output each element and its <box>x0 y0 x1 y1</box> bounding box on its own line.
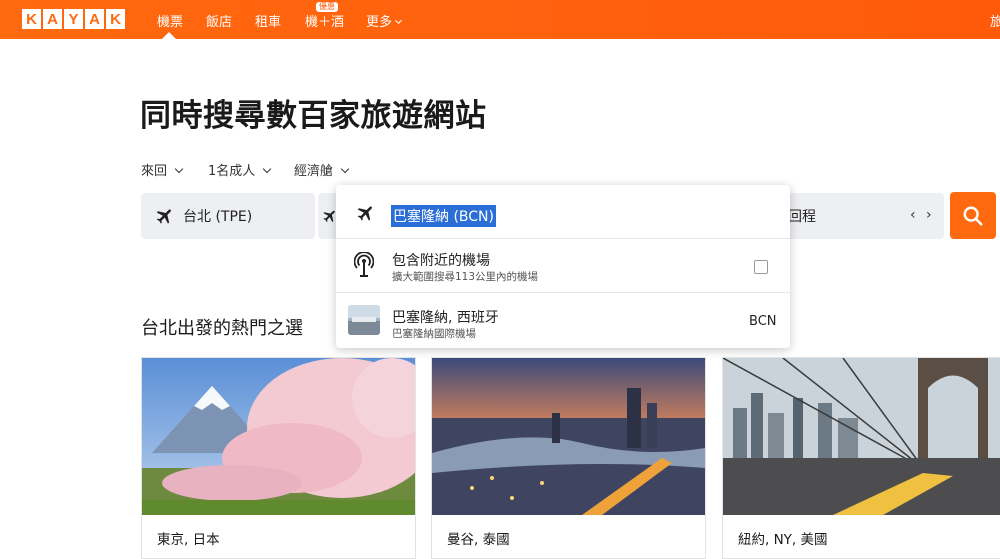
active-tab-indicator <box>162 32 176 39</box>
destination-dropdown: 巴塞隆納 (BCN) 包含附近的機場 擴大範圍搜尋113公里內的機場 巴塞隆納,… <box>336 185 790 348</box>
logo-letter: A <box>85 9 104 29</box>
airplane-icon <box>357 206 372 221</box>
search-button[interactable] <box>950 192 996 239</box>
nearby-airports-option[interactable]: 包含附近的機場 擴大範圍搜尋113公里內的機場 <box>336 239 790 293</box>
destination-field[interactable] <box>318 193 338 239</box>
nearby-checkbox[interactable] <box>754 260 768 274</box>
radio-tower-icon <box>354 252 374 277</box>
origin-field[interactable]: 台北 (TPE) <box>141 193 315 239</box>
destination-input[interactable]: 巴塞隆納 (BCN) <box>391 205 496 227</box>
next-date-icon[interactable]: › <box>926 207 932 223</box>
prev-date-icon[interactable]: ‹ <box>910 207 916 223</box>
travelers-label: 1名成人 <box>208 164 256 179</box>
search-icon <box>963 206 983 226</box>
chevron-down-icon <box>394 16 403 25</box>
card-caption: 東京, 日本 <box>157 532 220 548</box>
trip-type-label: 來回 <box>141 164 168 179</box>
top-nav-bar: K A Y A K 機票 飯店 租車 優惠 機＋酒 更多 旅 <box>0 0 1000 39</box>
nav-more[interactable]: 更多 <box>366 11 403 30</box>
logo-letter: K <box>22 9 41 29</box>
popular-section-title: 台北出發的熱門之選 <box>141 318 303 339</box>
destination-input-row[interactable]: 巴塞隆納 (BCN) <box>336 185 790 239</box>
nav-hotels[interactable]: 飯店 <box>206 11 232 30</box>
cabin-select[interactable]: 經濟艙 <box>294 160 350 179</box>
destination-card-newyork[interactable]: 紐約, NY, 美國 <box>722 357 1000 559</box>
airplane-icon <box>156 209 171 224</box>
trip-type-select[interactable]: 來回 <box>141 160 184 179</box>
logo-letter: A <box>43 9 62 29</box>
kayak-logo[interactable]: K A Y A K <box>22 9 125 29</box>
page-headline: 同時搜尋數百家旅遊網站 <box>140 98 487 134</box>
tokyo-image <box>142 358 415 515</box>
chevron-down-icon <box>340 164 350 174</box>
destination-card-tokyo[interactable]: 東京, 日本 <box>141 357 416 559</box>
nav-flights[interactable]: 機票 <box>157 11 183 30</box>
airport-code: BCN <box>749 314 777 329</box>
cabin-label: 經濟艙 <box>294 164 334 179</box>
destination-card-bangkok[interactable]: 曼谷, 泰國 <box>431 357 706 559</box>
nav-packages[interactable]: 機＋酒 <box>305 11 344 30</box>
origin-value: 台北 (TPE) <box>183 209 253 225</box>
bangkok-image <box>432 358 705 515</box>
nav-cars[interactable]: 租車 <box>255 11 281 30</box>
nav-more-label: 更多 <box>366 15 393 30</box>
return-date-field[interactable]: 回程 ‹ › <box>780 193 944 239</box>
nearby-title: 包含附近的機場 <box>392 253 490 269</box>
result-title: 巴塞隆納, 西班牙 <box>392 310 499 326</box>
nav-right-partial[interactable]: 旅 <box>990 11 1000 30</box>
travelers-select[interactable]: 1名成人 <box>208 160 272 179</box>
nearby-subtitle: 擴大範圍搜尋113公里內的機場 <box>392 271 539 283</box>
return-label: 回程 <box>788 209 816 225</box>
chevron-down-icon <box>174 164 184 174</box>
logo-letter: Y <box>64 9 83 29</box>
card-caption: 曼谷, 泰國 <box>447 532 510 548</box>
logo-letter: K <box>106 9 125 29</box>
newyork-image <box>723 358 1000 515</box>
chevron-down-icon <box>263 164 272 174</box>
result-option[interactable]: 巴塞隆納, 西班牙 巴塞隆納國際機場 BCN <box>336 293 790 348</box>
card-caption: 紐約, NY, 美國 <box>738 532 828 548</box>
city-thumbnail <box>348 305 380 335</box>
result-subtitle: 巴塞隆納國際機場 <box>392 328 476 340</box>
